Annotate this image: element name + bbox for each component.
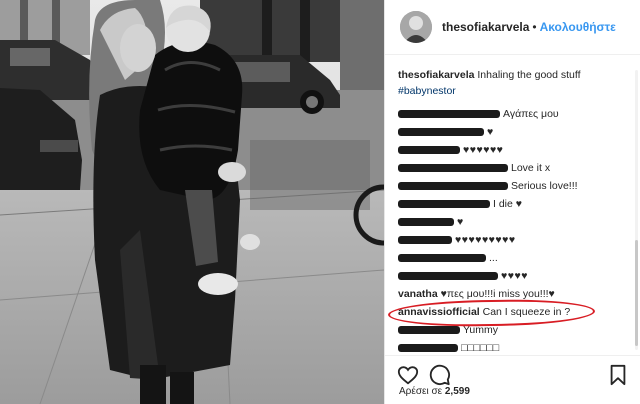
comment-item: ♥♥♥♥ bbox=[398, 267, 627, 285]
action-bar bbox=[385, 355, 640, 387]
comment-text: ... bbox=[489, 252, 498, 264]
comment-item: vanatha ♥πες μου!!!i miss you!!!♥ bbox=[398, 285, 627, 303]
avatar-image bbox=[400, 11, 432, 43]
follow-button[interactable]: Ακολουθήστε bbox=[540, 20, 616, 34]
comment-text: □□□□□□ bbox=[461, 342, 500, 353]
likes-summary[interactable]: Αρέσει σε 2,599 bbox=[399, 386, 470, 397]
avatar[interactable] bbox=[400, 11, 432, 43]
redacted-username bbox=[398, 326, 460, 335]
comment-text: ♥♥♥♥♥♥ bbox=[463, 144, 504, 156]
comment-username[interactable]: annavissiofficial bbox=[398, 306, 480, 318]
post-side-panel: thesofiakarvela • Ακολουθήστε thesofiakarv… bbox=[384, 0, 640, 404]
redacted-username bbox=[398, 272, 498, 281]
redacted-username bbox=[398, 200, 490, 209]
likes-count[interactable]: 2,599 bbox=[445, 386, 470, 397]
comment-text: Αγάπες μου bbox=[503, 108, 559, 120]
comment-item: Serious love!!! bbox=[398, 177, 627, 195]
redacted-username bbox=[398, 164, 508, 173]
comment-item: Love it x bbox=[398, 159, 627, 177]
redacted-username bbox=[398, 344, 458, 353]
comment-text: Serious love!!! bbox=[511, 180, 578, 192]
comment-item: ♥ bbox=[398, 123, 627, 141]
comment-item: ♥ bbox=[398, 213, 627, 231]
save-button[interactable] bbox=[607, 364, 629, 386]
comment-item: □□□□□□ bbox=[398, 339, 627, 353]
scrollbar-thumb[interactable] bbox=[635, 240, 638, 346]
caption-username[interactable]: thesofiakarvela bbox=[398, 69, 474, 81]
speech-bubble-icon bbox=[429, 364, 450, 386]
comment-item: Yummy bbox=[398, 321, 627, 339]
header-text: thesofiakarvela • Ακολουθήστε bbox=[442, 20, 616, 34]
comments-scrollbar[interactable] bbox=[635, 70, 638, 350]
comment-item: ♥♥♥♥♥♥♥♥♥ bbox=[398, 231, 627, 249]
redacted-username bbox=[398, 236, 452, 245]
post-photo bbox=[0, 0, 384, 404]
redacted-username bbox=[398, 218, 454, 227]
heart-outline-icon bbox=[397, 366, 419, 385]
photo-artwork bbox=[0, 0, 384, 404]
redacted-username bbox=[398, 254, 486, 263]
comment-text: Can I squeeze in ? bbox=[482, 306, 571, 318]
comment-button[interactable] bbox=[429, 364, 451, 386]
comments-list: thesofiakarvela Inhaling the good stuff … bbox=[385, 56, 635, 353]
comment-username[interactable]: vanatha bbox=[398, 288, 438, 300]
caption-hashtag[interactable]: #babynestor bbox=[398, 85, 456, 97]
comment-item: Αγάπες μου bbox=[398, 105, 627, 123]
comment-text: I die ♥ bbox=[493, 198, 522, 210]
comment-text: Love it x bbox=[511, 162, 551, 174]
header-username[interactable]: thesofiakarvela bbox=[442, 20, 529, 34]
redacted-username bbox=[398, 128, 484, 137]
comment-text: ♥♥♥♥ bbox=[501, 270, 528, 282]
likes-prefix: Αρέσει σε bbox=[399, 386, 443, 397]
header-separator: • bbox=[532, 20, 537, 34]
redacted-username bbox=[398, 146, 460, 155]
comment-text: ♥ bbox=[457, 216, 464, 228]
like-button[interactable] bbox=[397, 364, 419, 386]
redacted-username bbox=[398, 182, 508, 191]
caption-text: Inhaling the good stuff bbox=[477, 69, 581, 81]
comment-text: ♥ bbox=[487, 126, 494, 138]
post-header: thesofiakarvela • Ακολουθήστε bbox=[385, 0, 640, 55]
bookmark-icon bbox=[610, 364, 626, 386]
caption: thesofiakarvela Inhaling the good stuff … bbox=[398, 67, 627, 103]
comment-text: Yummy bbox=[463, 324, 499, 336]
redacted-username bbox=[398, 110, 500, 119]
comment-text: ♥♥♥♥♥♥♥♥♥ bbox=[455, 234, 516, 246]
comment-item: I die ♥ bbox=[398, 195, 627, 213]
comment-item-highlighted: annavissiofficial Can I squeeze in ? bbox=[398, 303, 627, 321]
comment-item: ... bbox=[398, 249, 627, 267]
comment-text: ♥πες μου!!!i miss you!!!♥ bbox=[440, 288, 555, 300]
comment-item: ♥♥♥♥♥♥ bbox=[398, 141, 627, 159]
